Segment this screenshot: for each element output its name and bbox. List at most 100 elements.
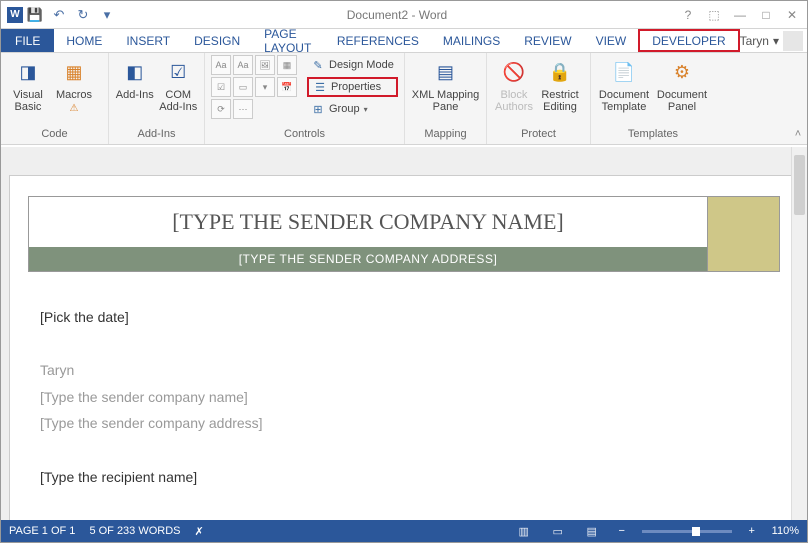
collapse-ribbon-icon[interactable]: ˄ xyxy=(795,128,801,140)
com-addins-button[interactable]: ☑ COM Add-Ins xyxy=(159,55,199,121)
group-btn-label: Group xyxy=(329,103,360,115)
proofing-icon[interactable]: ✗ xyxy=(195,525,204,538)
warning-icon: ⚠ xyxy=(70,103,79,114)
doc-template-label: Document Template xyxy=(599,89,649,113)
properties-button[interactable]: ☰ Properties xyxy=(307,77,398,97)
com-addins-icon: ☑ xyxy=(164,59,192,87)
macros-button[interactable]: ▦ Macros ⚠ xyxy=(53,55,95,121)
vertical-scrollbar[interactable] xyxy=(791,147,807,520)
zoom-slider-thumb[interactable] xyxy=(692,527,700,536)
web-layout-button[interactable]: ▤ xyxy=(582,523,602,539)
control-rich-text[interactable]: Aa xyxy=(211,55,231,75)
help-icon[interactable]: ? xyxy=(679,7,697,23)
doc-panel-label: Document Panel xyxy=(657,89,707,113)
redo-icon[interactable]: ↻ xyxy=(75,7,91,23)
account-name: Taryn xyxy=(740,34,769,48)
minimize-button[interactable]: — xyxy=(731,7,749,23)
account-menu[interactable]: Taryn ▾ xyxy=(740,29,807,52)
group-label-addins: Add-Ins xyxy=(115,128,198,142)
window-controls: ? ⬚ — □ ✕ xyxy=(679,7,801,23)
tab-design[interactable]: DESIGN xyxy=(182,29,252,52)
recipient-name-field[interactable]: [Type the recipient name] xyxy=(40,464,768,491)
tab-insert[interactable]: INSERT xyxy=(114,29,182,52)
restrict-editing-label: Restrict Editing xyxy=(541,89,578,113)
sender-company-name-field[interactable]: [TYPE THE SENDER COMPANY NAME] xyxy=(29,197,707,247)
title-bar: W 💾 ↶ ↻ ▾ Document2 - Word ? ⬚ — □ ✕ xyxy=(1,1,807,29)
xml-mapping-label: XML Mapping Pane xyxy=(412,89,479,113)
sender-company-address-field[interactable]: [TYPE THE SENDER COMPANY ADDRESS] xyxy=(29,247,707,271)
close-button[interactable]: ✕ xyxy=(783,7,801,23)
group-protect: 🚫 Block Authors 🔒 Restrict Editing Prote… xyxy=(487,53,591,144)
control-gallery: Aa Aa 🖼 ▦ ☑ ▭ ▾ 📅 ⟳ ⋯ xyxy=(211,55,297,119)
properties-label: Properties xyxy=(331,81,381,93)
tab-review[interactable]: REVIEW xyxy=(512,29,583,52)
control-checkbox[interactable]: ☑ xyxy=(211,77,231,97)
letterhead: [TYPE THE SENDER COMPANY NAME] [TYPE THE… xyxy=(28,196,780,272)
document-area: [TYPE THE SENDER COMPANY NAME] [TYPE THE… xyxy=(1,147,807,520)
control-repeating[interactable]: ⟳ xyxy=(211,99,231,119)
sender-company-line[interactable]: [Type the sender company name] xyxy=(40,384,768,411)
document-panel-button[interactable]: ⚙ Document Panel xyxy=(655,55,709,121)
tab-file[interactable]: FILE xyxy=(1,29,54,52)
visual-basic-button[interactable]: ◨ Visual Basic xyxy=(7,55,49,121)
block-authors-button[interactable]: 🚫 Block Authors xyxy=(493,55,535,121)
word-count[interactable]: 5 OF 233 WORDS xyxy=(89,525,180,537)
word-app-icon: W xyxy=(7,7,23,23)
control-dropdown[interactable]: ▾ xyxy=(255,77,275,97)
restrict-editing-button[interactable]: 🔒 Restrict Editing xyxy=(539,55,581,121)
group-templates: 📄 Document Template ⚙ Document Panel Tem… xyxy=(591,53,715,144)
group-icon: ⊞ xyxy=(311,102,325,116)
zoom-level[interactable]: 110% xyxy=(772,525,799,537)
date-field[interactable]: [Pick the date] xyxy=(40,304,768,331)
zoom-out-button[interactable]: − xyxy=(616,525,628,537)
tab-page-layout[interactable]: PAGE LAYOUT xyxy=(252,29,325,52)
zoom-slider[interactable] xyxy=(642,530,732,533)
control-combo[interactable]: ▭ xyxy=(233,77,253,97)
group-mapping: ▤ XML Mapping Pane Mapping xyxy=(405,53,487,144)
page-indicator[interactable]: PAGE 1 OF 1 xyxy=(9,525,75,537)
avatar xyxy=(783,31,803,51)
tab-mailings[interactable]: MAILINGS xyxy=(431,29,512,52)
control-date[interactable]: 📅 xyxy=(277,77,297,97)
undo-icon[interactable]: ↶ xyxy=(51,7,67,23)
group-button[interactable]: ⊞ Group ▾ xyxy=(307,99,398,119)
control-plain-text[interactable]: Aa xyxy=(233,55,253,75)
block-authors-icon: 🚫 xyxy=(500,59,528,87)
maximize-button[interactable]: □ xyxy=(757,7,775,23)
addins-button[interactable]: ◧ Add-Ins xyxy=(115,55,155,121)
quick-access-toolbar: 💾 ↶ ↻ ▾ xyxy=(27,7,115,23)
print-layout-button[interactable]: ▭ xyxy=(548,523,568,539)
tab-references[interactable]: REFERENCES xyxy=(325,29,431,52)
tab-view[interactable]: VIEW xyxy=(584,29,639,52)
control-picture[interactable]: 🖼 xyxy=(255,55,275,75)
tab-developer[interactable]: DEVELOPER xyxy=(638,29,739,52)
save-icon[interactable]: 💾 xyxy=(27,7,43,23)
com-addins-label: COM Add-Ins xyxy=(159,89,197,113)
addins-label: Add-Ins xyxy=(116,89,154,101)
doc-panel-icon: ⚙ xyxy=(668,59,696,87)
read-mode-button[interactable]: ▥ xyxy=(514,523,534,539)
visual-basic-label: Visual Basic xyxy=(13,89,43,113)
group-label-protect: Protect xyxy=(493,128,584,142)
control-legacy[interactable]: ⋯ xyxy=(233,99,253,119)
window-title: Document2 - Word xyxy=(115,8,679,22)
sender-name-field[interactable]: Taryn xyxy=(40,357,768,384)
scrollbar-thumb[interactable] xyxy=(794,155,805,215)
document-page[interactable]: [TYPE THE SENDER COMPANY NAME] [TYPE THE… xyxy=(9,175,799,520)
xml-mapping-icon: ▤ xyxy=(432,59,460,87)
design-mode-button[interactable]: ✎ Design Mode xyxy=(307,55,398,75)
group-code: ◨ Visual Basic ▦ Macros ⚠ Code xyxy=(1,53,109,144)
properties-icon: ☰ xyxy=(313,80,327,94)
ribbon-display-icon[interactable]: ⬚ xyxy=(705,7,723,23)
qat-customize-icon[interactable]: ▾ xyxy=(99,7,115,23)
document-body[interactable]: [Pick the date] Taryn [Type the sender c… xyxy=(28,272,780,490)
control-building-block[interactable]: ▦ xyxy=(277,55,297,75)
group-label-mapping: Mapping xyxy=(411,128,480,142)
tab-home[interactable]: HOME xyxy=(54,29,114,52)
zoom-in-button[interactable]: + xyxy=(746,525,758,537)
xml-mapping-button[interactable]: ▤ XML Mapping Pane xyxy=(411,55,480,121)
group-label-templates: Templates xyxy=(597,128,709,142)
document-template-button[interactable]: 📄 Document Template xyxy=(597,55,651,121)
sender-address-line[interactable]: [Type the sender company address] xyxy=(40,410,768,437)
logo-placeholder[interactable] xyxy=(707,197,779,271)
